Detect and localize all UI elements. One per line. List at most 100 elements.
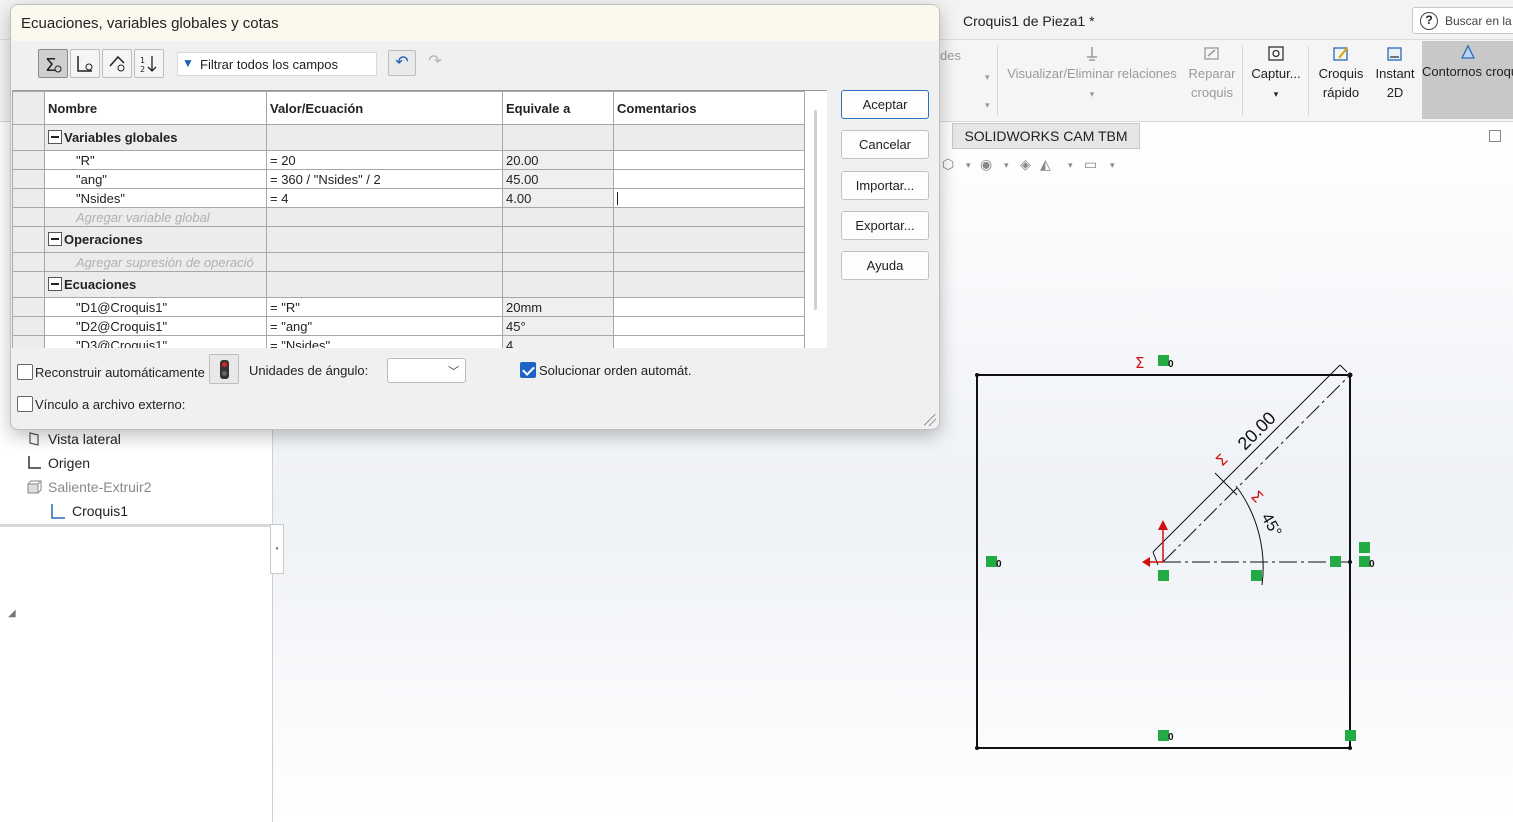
group-row-globals[interactable]: Variables globales	[12, 124, 805, 151]
collapse-icon[interactable]	[48, 232, 62, 246]
svg-text:Σ: Σ	[45, 55, 56, 74]
column-header-nombre[interactable]: Nombre	[44, 91, 267, 125]
value-cell[interactable]: = "Nsides"	[266, 335, 503, 348]
table-row[interactable]: "D3@Croquis1" = "Nsides" 4	[12, 335, 805, 348]
grid-scrollbar[interactable]	[814, 110, 817, 310]
length-dimension[interactable]	[1152, 364, 1348, 566]
table-row[interactable]: "ang" = 360 / "Nsides" / 2 45.00	[12, 169, 805, 189]
ayuda-button[interactable]: Ayuda	[841, 251, 929, 280]
dimension-angle-text[interactable]: 45°	[1258, 511, 1285, 540]
comment-cell[interactable]	[613, 297, 805, 317]
comment-cell[interactable]	[613, 150, 805, 170]
value-cell[interactable]: = "ang"	[266, 316, 503, 336]
row-header[interactable]	[12, 207, 45, 227]
comment-cell[interactable]	[613, 169, 805, 189]
text-cursor	[617, 191, 618, 205]
table-row[interactable]: "R" = 20 20.00	[12, 150, 805, 170]
column-header-equivale[interactable]: Equivale a	[502, 91, 614, 125]
group-label: Operaciones	[64, 232, 143, 247]
relation-zero-label: 0	[996, 559, 1002, 570]
equation-sigma-icon: Σ	[1247, 487, 1266, 506]
relation-zero-label: 0	[1369, 559, 1375, 570]
rebuild-status-button[interactable]	[209, 354, 239, 384]
cell	[266, 207, 503, 227]
group-row-equations[interactable]: Ecuaciones	[12, 271, 805, 298]
relation-zero-label: 0	[1168, 732, 1174, 743]
dimension-view-button[interactable]	[102, 49, 132, 78]
equals-cell: 4	[502, 335, 614, 348]
filter-field[interactable]: ▼ Filtrar todos los campos	[177, 52, 377, 76]
equation-view-button[interactable]: Σ	[38, 49, 68, 78]
row-header[interactable]	[12, 150, 45, 170]
filter-text: Filtrar todos los campos	[200, 57, 338, 72]
equations-grid[interactable]: Nombre Valor/Ecuación Equivale a Comenta…	[12, 90, 827, 348]
value-cell[interactable]: = 360 / "Nsides" / 2	[266, 169, 503, 189]
row-header[interactable]	[12, 188, 45, 208]
redo-button[interactable]: ↷	[421, 50, 449, 76]
row-header[interactable]	[12, 124, 45, 151]
sketch-equation-view-button[interactable]	[70, 49, 100, 78]
comment-cell[interactable]	[613, 335, 805, 348]
equation-sigma-icon: Σ	[1135, 354, 1144, 372]
row-header[interactable]	[12, 169, 45, 189]
group-cell[interactable]: Variables globales	[44, 124, 267, 151]
cell	[613, 207, 805, 227]
cancelar-button[interactable]: Cancelar	[841, 130, 929, 159]
dialog-title-bar[interactable]: Ecuaciones, variables globales y cotas	[11, 5, 939, 41]
row-header[interactable]	[12, 335, 45, 348]
external-link-label: Vínculo a archivo externo:	[35, 397, 186, 412]
name-cell[interactable]: "R"	[44, 150, 267, 170]
dimension-length-text[interactable]: 20.00	[1234, 408, 1280, 454]
comment-cell-active[interactable]	[613, 188, 805, 208]
construction-lines[interactable]	[1162, 374, 1351, 563]
undo-icon: ↶	[395, 54, 409, 71]
group-cell[interactable]: Operaciones	[44, 226, 267, 253]
add-suppression-cell[interactable]: Agregar supresión de operació	[44, 252, 267, 272]
group-cell[interactable]: Ecuaciones	[44, 271, 267, 298]
aceptar-button[interactable]: Aceptar	[841, 90, 929, 119]
importar-button[interactable]: Importar...	[841, 171, 929, 200]
angle-units-label: Unidades de ángulo:	[249, 363, 369, 378]
row-header[interactable]	[12, 271, 45, 298]
value-cell[interactable]: = 4	[266, 188, 503, 208]
add-global-row[interactable]: Agregar variable global	[12, 207, 805, 227]
name-cell[interactable]: "D1@Croquis1"	[44, 297, 267, 317]
name-cell[interactable]: "ang"	[44, 169, 267, 189]
ordered-view-button[interactable]: 12	[134, 49, 164, 78]
auto-order-label: Solucionar orden automát.	[539, 363, 692, 378]
sketch-view-icon	[77, 56, 93, 72]
add-suppression-row[interactable]: Agregar supresión de operació	[12, 252, 805, 272]
redo-icon: ↷	[428, 53, 442, 70]
table-row[interactable]: "D1@Croquis1" = "R" 20mm	[12, 297, 805, 317]
group-row-operations[interactable]: Operaciones	[12, 226, 805, 253]
column-header-comentarios[interactable]: Comentarios	[613, 91, 805, 125]
cell	[613, 271, 805, 298]
comment-cell[interactable]	[613, 316, 805, 336]
equation-sigma-icon: Σ	[1212, 450, 1231, 469]
table-row[interactable]: "Nsides" = 4 4.00	[12, 188, 805, 208]
undo-button[interactable]: ↶	[388, 50, 416, 76]
exportar-button[interactable]: Exportar...	[841, 211, 929, 240]
external-link-checkbox[interactable]	[17, 396, 33, 412]
add-global-cell[interactable]: Agregar variable global	[44, 207, 267, 227]
row-header[interactable]	[12, 297, 45, 317]
row-header[interactable]	[12, 252, 45, 272]
column-header-valor[interactable]: Valor/Ecuación	[266, 91, 503, 125]
name-cell[interactable]: "Nsides"	[44, 188, 267, 208]
auto-rebuild-checkbox[interactable]	[17, 364, 33, 380]
collapse-icon[interactable]	[48, 130, 62, 144]
value-cell[interactable]: = "R"	[266, 297, 503, 317]
auto-order-checkbox[interactable]	[520, 362, 536, 378]
svg-text:1: 1	[140, 56, 145, 65]
value-cell[interactable]: = 20	[266, 150, 503, 170]
row-header-corner[interactable]	[12, 91, 45, 125]
row-header[interactable]	[12, 316, 45, 336]
table-row[interactable]: "D2@Croquis1" = "ang" 45°	[12, 316, 805, 336]
resize-grip-icon[interactable]	[924, 414, 936, 426]
name-cell[interactable]: "D3@Croquis1"	[44, 335, 267, 348]
angle-units-select[interactable]: ﹀	[387, 358, 466, 383]
svg-text:2: 2	[140, 65, 145, 74]
collapse-icon[interactable]	[48, 277, 62, 291]
row-header[interactable]	[12, 226, 45, 253]
name-cell[interactable]: "D2@Croquis1"	[44, 316, 267, 336]
